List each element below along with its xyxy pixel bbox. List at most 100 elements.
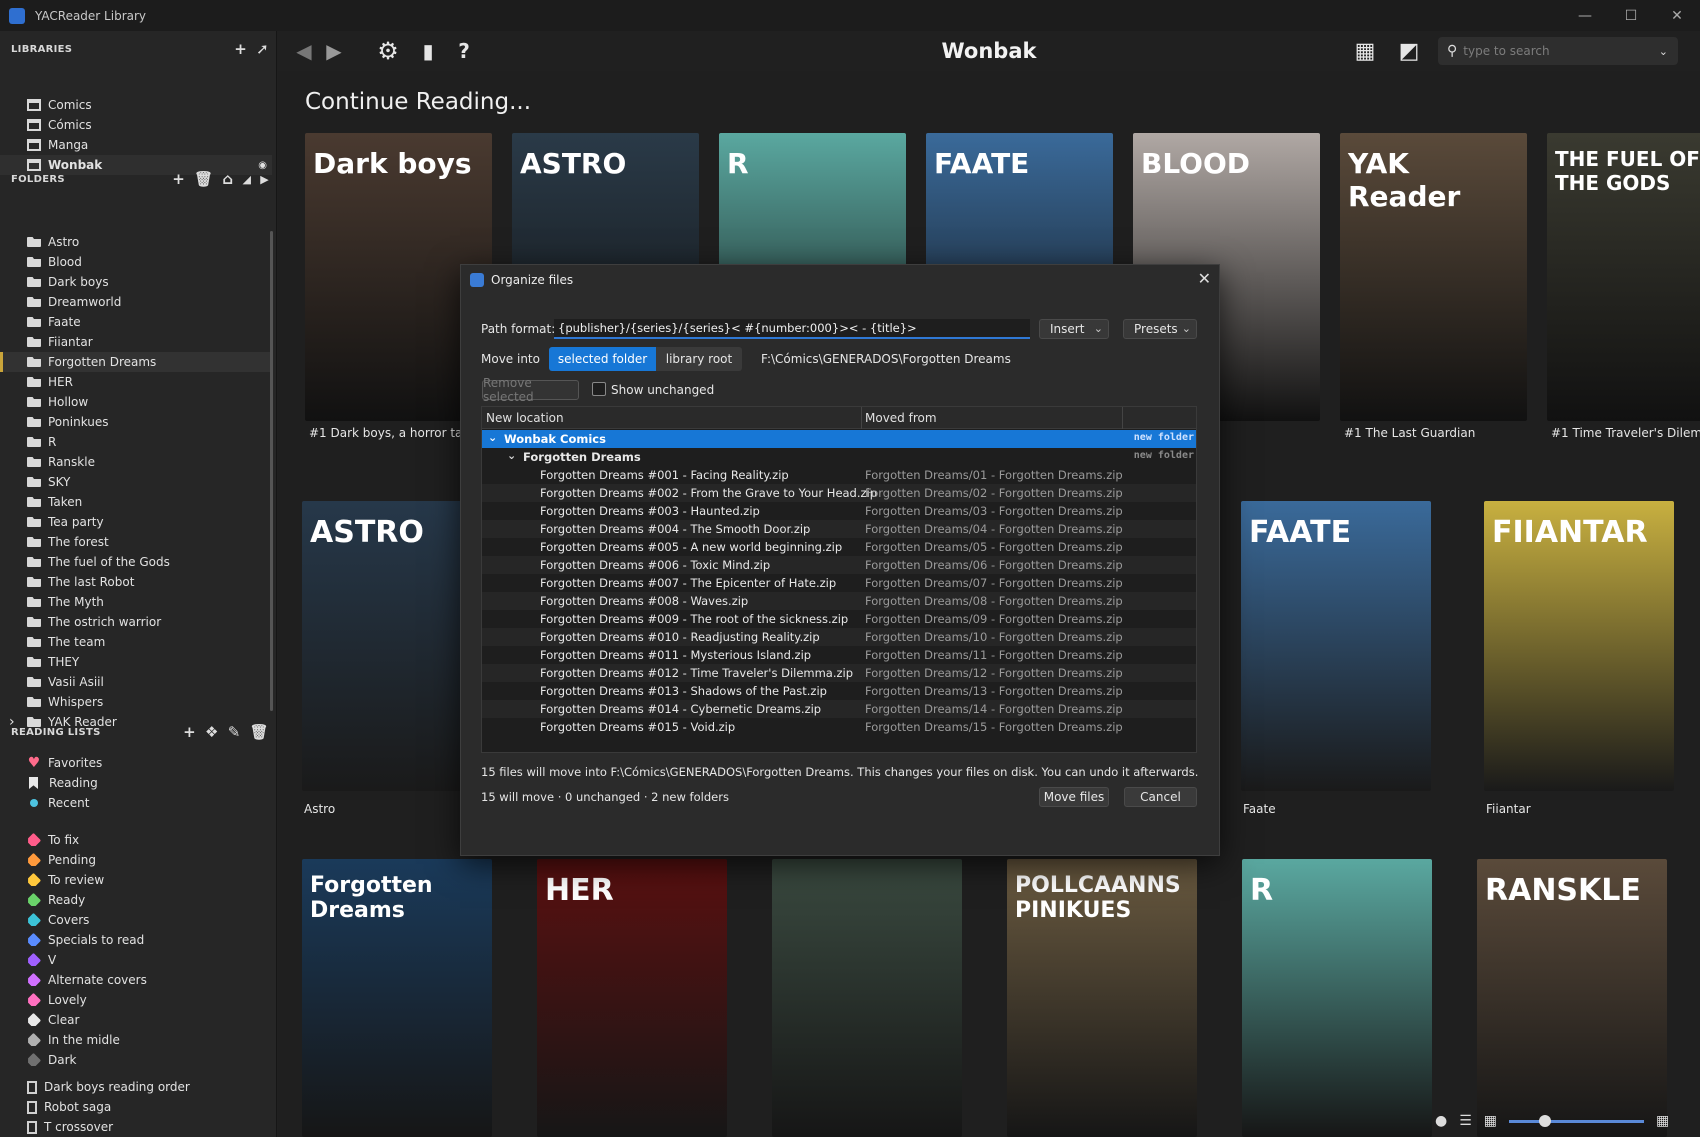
delete-list-icon[interactable]: 🗑	[250, 723, 269, 741]
dialog-close-icon[interactable]: ✕	[1198, 269, 1211, 288]
maximize-button[interactable]: ☐	[1608, 0, 1654, 31]
comic-cover[interactable]: RANSKLE	[1477, 859, 1667, 1137]
file-row[interactable]: Forgotten Dreams #010 - Readjusting Real…	[482, 628, 1196, 646]
remove-selected-button[interactable]: Remove selected	[482, 376, 579, 404]
cancel-button[interactable]: Cancel	[1124, 787, 1197, 807]
folder-item[interactable]: The Myth	[0, 592, 272, 612]
tree-root-row[interactable]: ⌄ Wonbak Comics new folder	[482, 430, 1196, 448]
library-root-toggle[interactable]: library root	[656, 347, 742, 371]
file-tree[interactable]: New location Moved from ⌄ Wonbak Comics …	[481, 406, 1197, 753]
file-row[interactable]: Forgotten Dreams #006 - Toxic Mind.zip Fo…	[482, 556, 1196, 574]
file-row[interactable]: Forgotten Dreams #015 - Void.zip Forgotte…	[482, 718, 1196, 736]
label-item[interactable]: Ready	[0, 890, 272, 910]
comic-title[interactable]: Astro	[304, 802, 335, 816]
comic-cover[interactable]: YAK Reader	[1340, 133, 1527, 421]
label-item[interactable]: Covers	[0, 910, 272, 930]
fullscreen-icon[interactable]: ◩	[1394, 37, 1424, 65]
label-item[interactable]: Specials to read	[0, 930, 272, 950]
folder-item[interactable]: The fuel of the Gods	[0, 552, 272, 572]
reading-list-item[interactable]: Robot saga	[0, 1097, 272, 1117]
grid-small-icon[interactable]: ▦	[1484, 1113, 1497, 1129]
folder-item[interactable]: Vasii Asiil	[0, 672, 272, 692]
expand-arrow-icon[interactable]: ⌄	[488, 431, 497, 444]
file-row[interactable]: Forgotten Dreams #004 - The Smooth Door.…	[482, 520, 1196, 538]
comic-title[interactable]: #1 The Last Guardian	[1344, 426, 1475, 440]
zoom-slider[interactable]	[1509, 1114, 1645, 1127]
label-item[interactable]: Clear	[0, 1010, 272, 1030]
folder-item[interactable]: Dark boys	[0, 272, 272, 292]
folder-item[interactable]: Fiiantar	[0, 332, 272, 352]
folder-item[interactable]: SKY	[0, 472, 272, 492]
search-input[interactable]: type to search	[1463, 44, 1549, 58]
presets-combo[interactable]: Presets ⌄	[1123, 319, 1197, 339]
path-format-input[interactable]: {publisher}/{series}/{series}< #{number:…	[554, 319, 1030, 339]
comic-cover[interactable]	[772, 859, 962, 1137]
home-icon[interactable]: ⌂	[222, 170, 233, 188]
folder-item[interactable]: Faate	[0, 312, 272, 332]
open-library-icon[interactable]: ➚	[256, 40, 269, 58]
comic-title[interactable]: #1 Dark boys, a horror tale	[309, 426, 473, 440]
folder-item[interactable]: The team	[0, 632, 272, 652]
reading-list-item[interactable]: Dark boys reading order	[0, 1077, 272, 1097]
comic-cover[interactable]: R	[1242, 859, 1432, 1137]
comic-title[interactable]: Fiiantar	[1486, 802, 1531, 816]
reading-list-item[interactable]: ♥ Favorites	[0, 753, 272, 773]
file-row[interactable]: Forgotten Dreams #008 - Waves.zip Forgott…	[482, 592, 1196, 610]
file-row[interactable]: Forgotten Dreams #005 - A new world begi…	[482, 538, 1196, 556]
file-row[interactable]: Forgotten Dreams #002 - From the Grave t…	[482, 484, 1196, 502]
col-moved-from[interactable]: Moved from	[865, 411, 937, 425]
library-item[interactable]: Comics	[0, 95, 272, 115]
label-item[interactable]: To review	[0, 870, 272, 890]
add-reading-list-icon[interactable]: +	[183, 723, 196, 741]
library-item[interactable]: Manga	[0, 135, 272, 155]
folder-item[interactable]: Astro	[0, 232, 272, 252]
folder-item[interactable]: Forgotten Dreams	[0, 352, 272, 372]
file-row[interactable]: Forgotten Dreams #009 - The root of the …	[482, 610, 1196, 628]
file-row[interactable]: Forgotten Dreams #013 - Shadows of the P…	[482, 682, 1196, 700]
label-item[interactable]: Lovely	[0, 990, 272, 1010]
zoom-slider-handle[interactable]	[1539, 1114, 1552, 1127]
folder-item[interactable]: Dreamworld	[0, 292, 272, 312]
label-item[interactable]: Pending	[0, 850, 272, 870]
folder-item[interactable]: THEY	[0, 652, 272, 672]
col-new-location[interactable]: New location	[486, 411, 564, 425]
reading-list-item[interactable]: T crossover	[0, 1117, 272, 1137]
comic-cover[interactable]: FIIANTAR	[1484, 501, 1674, 791]
folders-scrollbar[interactable]	[270, 231, 273, 711]
folder-item[interactable]: The last Robot	[0, 572, 272, 592]
folder-item[interactable]: Ranskle	[0, 452, 272, 472]
comic-cover[interactable]: FAATE	[1241, 501, 1431, 791]
close-window-button[interactable]: ✕	[1654, 0, 1700, 31]
search-dropdown-icon[interactable]: ⌄	[1659, 45, 1668, 58]
search-box[interactable]: ⚲ type to search ⌄	[1438, 37, 1678, 65]
delete-folder-icon[interactable]: 🗑	[194, 170, 213, 188]
list-view-icon[interactable]: ☰	[1459, 1113, 1472, 1129]
folder-item[interactable]: Blood	[0, 252, 272, 272]
label-item[interactable]: To fix	[0, 830, 272, 850]
label-item[interactable]: V	[0, 950, 272, 970]
folder-item[interactable]: Hollow	[0, 392, 272, 412]
file-row[interactable]: Forgotten Dreams #014 - Cybernetic Dream…	[482, 700, 1196, 718]
library-item[interactable]: Cómics	[0, 115, 272, 135]
file-row[interactable]: Forgotten Dreams #003 - Haunted.zip Forgo…	[482, 502, 1196, 520]
folder-item[interactable]: The forest	[0, 532, 272, 552]
add-library-icon[interactable]: +	[234, 40, 247, 58]
tree-folder-row[interactable]: ⌄ Forgotten Dreams new folder	[482, 448, 1196, 466]
reading-list-item[interactable]: Recent	[0, 793, 272, 813]
add-label-icon[interactable]: ❖	[205, 723, 219, 741]
expand-arrow-icon[interactable]: ⌄	[507, 449, 516, 462]
comic-cover[interactable]: POLLCAANNS PINIKUES	[1007, 859, 1197, 1137]
comic-cover[interactable]: Forgotten Dreams	[302, 859, 492, 1137]
file-row[interactable]: Forgotten Dreams #001 - Facing Reality.z…	[482, 466, 1196, 484]
folder-item[interactable]: The ostrich warrior	[0, 612, 272, 632]
record-icon[interactable]: ●	[1435, 1113, 1447, 1129]
comic-cover[interactable]: HER	[537, 859, 727, 1137]
grid-view-icon[interactable]: ▦	[1350, 37, 1380, 65]
folder-item[interactable]: Whispers	[0, 692, 272, 712]
collapse-icon[interactable]: ◢	[242, 173, 251, 186]
insert-combo[interactable]: Insert ⌄	[1039, 319, 1109, 339]
file-row[interactable]: Forgotten Dreams #012 - Time Traveler's …	[482, 664, 1196, 682]
label-item[interactable]: Alternate covers	[0, 970, 272, 990]
selected-folder-toggle[interactable]: selected folder	[549, 347, 656, 371]
comic-title[interactable]: #1 Time Traveler's Dilemm	[1551, 426, 1700, 440]
